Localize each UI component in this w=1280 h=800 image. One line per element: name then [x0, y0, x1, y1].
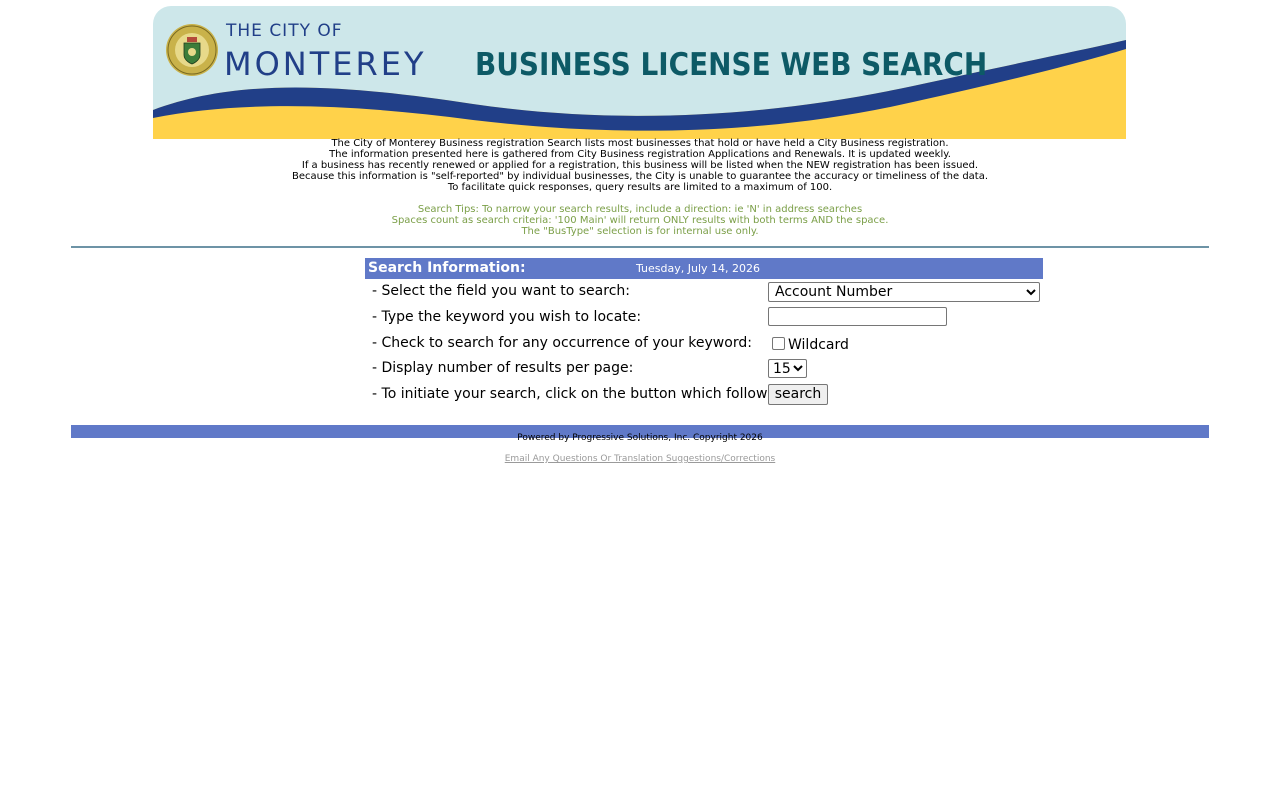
checkbox-box[interactable]	[772, 337, 785, 350]
row-bullet: -	[372, 309, 378, 325]
city-seal-icon	[166, 24, 218, 76]
page-title: BUSINESS LICENSE WEB SEARCH	[475, 47, 988, 83]
email-feedback-link[interactable]: Email Any Questions Or Translation Sugge…	[505, 454, 776, 464]
intro-line: The information presented here is gather…	[329, 149, 951, 160]
intro-text: The City of Monterey Business registrati…	[0, 138, 1280, 193]
search-button[interactable]: search	[768, 384, 828, 405]
search-tips: Search Tips: To narrow your search resul…	[0, 204, 1280, 237]
intro-line: If a business has recently renewed or ap…	[301, 160, 979, 171]
tip-line: The "BusType" selection is for internal …	[521, 226, 759, 237]
city-name-label: MONTEREY	[224, 45, 427, 83]
search-field-select[interactable]: Account Number	[768, 282, 1040, 302]
results-per-page-select[interactable]: 15	[768, 359, 807, 378]
keyword-prompt: Type the keyword you wish to locate:	[381, 309, 642, 325]
row-bullet: -	[372, 386, 378, 402]
city-of-label: THE CITY OF	[226, 21, 343, 41]
tip-line: Spaces count as search criteria: '100 Ma…	[391, 215, 889, 226]
submit-prompt: To initiate your search, click on the bu…	[381, 386, 780, 402]
intro-line: The City of Monterey Business registrati…	[331, 138, 949, 149]
search-info-label: Search Information:	[368, 260, 526, 276]
current-date: Tuesday, July 14, 2026	[636, 262, 761, 275]
row-bullet: -	[372, 360, 378, 376]
keyword-input[interactable]	[768, 307, 947, 326]
search-info-header: Search Information: Tuesday, July 14, 20…	[365, 258, 1043, 279]
intro-line: Because this information is "self-report…	[291, 171, 989, 182]
divider	[71, 246, 1209, 248]
footer-bar: Powered by Progressive Solutions, Inc. C…	[71, 425, 1209, 443]
copyright-text: Powered by Progressive Solutions, Inc. C…	[517, 433, 763, 443]
tip-line: Search Tips: To narrow your search resul…	[417, 204, 863, 215]
row-bullet: -	[372, 283, 378, 299]
footer-link-row: Email Any Questions Or Translation Sugge…	[0, 446, 1280, 465]
row-bullet: -	[372, 335, 378, 351]
intro-line: To facilitate quick responses, query res…	[447, 182, 833, 193]
header-banner: THE CITY OF MONTEREY BUSINESS LICENSE WE…	[153, 6, 1126, 139]
wildcard-label[interactable]: Wildcard	[788, 336, 849, 354]
field-prompt: Select the field you want to search:	[381, 283, 630, 299]
wildcard-prompt: Check to search for any occurrence of yo…	[381, 335, 752, 351]
per-page-prompt: Display number of results per page:	[381, 360, 634, 376]
